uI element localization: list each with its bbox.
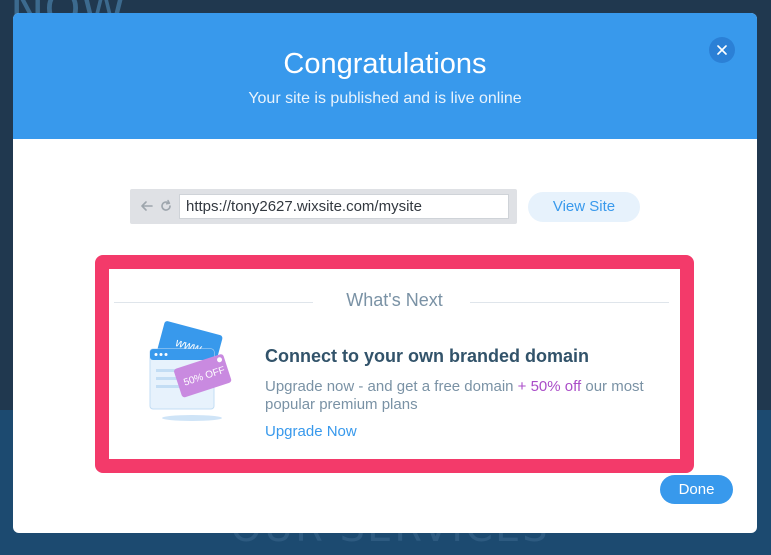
- dialog-subtitle: Your site is published and is live onlin…: [248, 90, 522, 107]
- site-url-bar: https://tony2627.wixsite.com/mysite: [130, 189, 517, 224]
- publish-success-dialog: Congratulations Your site is published a…: [13, 13, 757, 533]
- promo-highlight: + 50% off: [517, 378, 582, 395]
- upgrade-now-link[interactable]: Upgrade Now: [265, 423, 357, 440]
- card-title: Connect to your own branded domain: [265, 346, 589, 366]
- dialog-title: Congratulations: [283, 48, 487, 80]
- view-site-button[interactable]: View Site: [528, 192, 640, 222]
- whats-next-card: What's Next www 50% OFF Connect to your …: [95, 255, 694, 473]
- back-arrow-icon: [141, 201, 153, 211]
- done-button[interactable]: Done: [660, 475, 733, 504]
- site-url-field[interactable]: https://tony2627.wixsite.com/mysite: [179, 194, 509, 219]
- browser-nav-buttons: [140, 199, 173, 213]
- card-description: Upgrade now - and get a free domain + 50…: [265, 378, 665, 414]
- refresh-icon: [161, 199, 171, 211]
- close-button[interactable]: [709, 37, 735, 63]
- domain-illustration: www 50% OFF: [147, 317, 247, 425]
- close-icon: [717, 45, 727, 55]
- whats-next-label: What's Next: [346, 290, 443, 310]
- card-description-text: Upgrade now - and get a free domain: [265, 378, 518, 395]
- dialog-header: Congratulations Your site is published a…: [13, 13, 757, 139]
